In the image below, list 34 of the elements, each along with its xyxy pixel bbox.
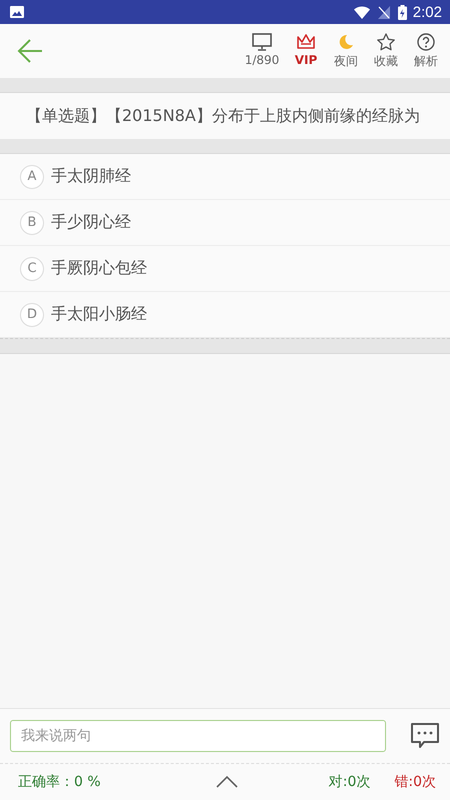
help-icon bbox=[416, 32, 436, 50]
comment-icon[interactable] bbox=[410, 722, 440, 750]
option-text: 手太阴肺经 bbox=[51, 166, 131, 187]
caret-up-icon[interactable] bbox=[216, 775, 238, 789]
option-text: 手少阴心经 bbox=[51, 212, 131, 233]
star-icon bbox=[376, 32, 396, 50]
back-arrow-icon[interactable] bbox=[16, 37, 44, 65]
toolbar-action[interactable]: 收藏 bbox=[366, 32, 406, 70]
toolbar-action[interactable]: VIP bbox=[286, 32, 326, 70]
toolbar-action[interactable]: 1/890 bbox=[238, 32, 286, 70]
option-text: 手厥阴心包经 bbox=[51, 258, 147, 279]
no-signal-icon bbox=[378, 6, 390, 18]
accuracy-text: 正确率：0 % bbox=[18, 773, 101, 791]
wrong-count: 错:0次 bbox=[394, 773, 436, 791]
action-label: VIP bbox=[294, 52, 318, 66]
monitor-icon bbox=[252, 32, 272, 50]
option-letter: A bbox=[20, 164, 44, 188]
option-letter: D bbox=[20, 302, 44, 326]
clock-time: 2:02 bbox=[412, 4, 442, 20]
battery-icon bbox=[398, 4, 407, 20]
option-text: 手太阳小肠经 bbox=[51, 304, 147, 325]
action-label: 夜间 bbox=[334, 52, 358, 70]
toolbar-action[interactable]: 夜间 bbox=[326, 32, 366, 70]
option-letter: B bbox=[20, 210, 44, 234]
image-icon bbox=[10, 6, 24, 18]
action-label: 1/890 bbox=[244, 52, 280, 66]
correct-count: 对:0次 bbox=[328, 773, 370, 791]
comment-field[interactable]: 我来说两句 bbox=[10, 720, 386, 752]
toolbar-action[interactable]: 解析 bbox=[406, 32, 446, 70]
action-label: 收藏 bbox=[374, 52, 398, 70]
crown-icon bbox=[296, 32, 316, 50]
action-label: 解析 bbox=[414, 52, 438, 70]
wifi-icon bbox=[354, 6, 370, 18]
option-letter: C bbox=[20, 256, 44, 280]
